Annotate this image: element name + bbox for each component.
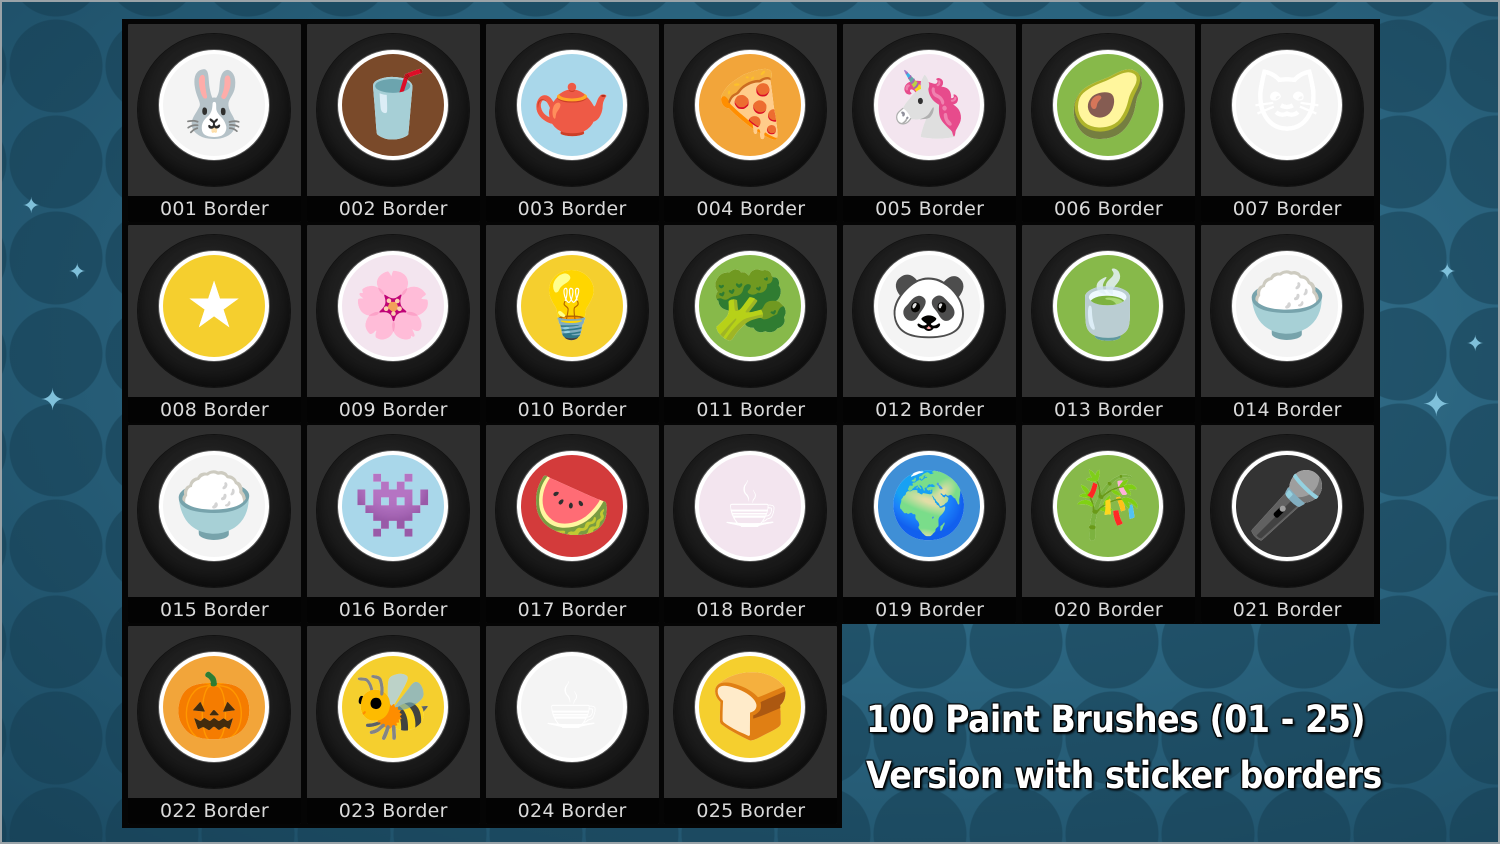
brush-tile[interactable]: 🐝 023 Border: [306, 625, 480, 824]
brush-label: 025 Border: [664, 797, 838, 824]
sparkle-icon: ✦: [68, 260, 87, 285]
cat-in-box-icon: 🐱: [1235, 54, 1338, 156]
earth-icon: 🌍: [878, 455, 981, 558]
sparkle-icon: ✦: [40, 383, 66, 418]
brush-label: 008 Border: [128, 396, 301, 423]
brush-tile[interactable]: 🐱 007 Border: [1200, 24, 1374, 222]
brush-label: 004 Border: [664, 196, 838, 222]
brush-tile[interactable]: 🍵 013 Border: [1022, 224, 1195, 423]
brush-label: 014 Border: [1200, 396, 1374, 423]
teapot-icon: 🫖: [520, 54, 623, 156]
brush-label: 002 Border: [306, 196, 480, 222]
brush-label: 017 Border: [485, 597, 659, 624]
caption-subtitle: Version with sticker borders: [866, 754, 1382, 797]
brush-label: 016 Border: [306, 597, 480, 624]
frappe-cup-icon: 🥤: [341, 54, 444, 156]
monster-icon: 👾: [341, 455, 444, 558]
brush-tile[interactable]: 🐰 001 Border: [128, 24, 301, 222]
brush-tile[interactable]: ☕ 024 Border: [485, 625, 659, 824]
microphone-icon: 🎤: [1235, 455, 1338, 558]
brush-label: 005 Border: [843, 196, 1017, 222]
bamboo-icon: 🎋: [1057, 455, 1159, 558]
brush-tile[interactable]: 💡 010 Border: [485, 224, 659, 423]
brush-tile[interactable]: 🍕 004 Border: [664, 24, 838, 222]
brush-tile[interactable]: 🎃 022 Border: [128, 625, 301, 824]
panda-icon: 🐼: [878, 254, 981, 357]
coffee-mug-icon: ☕: [520, 655, 623, 758]
brush-tile[interactable]: 🍞 025 Border: [664, 625, 838, 824]
brush-label: 018 Border: [664, 597, 838, 624]
brush-label: 021 Border: [1200, 597, 1374, 624]
rice-bowl-icon: 🍚: [163, 455, 265, 558]
pizza-slice-icon: 🍕: [699, 54, 802, 156]
caption-title: 100 Paint Brushes (01 - 25): [866, 698, 1366, 741]
brush-label: 003 Border: [485, 196, 659, 222]
sparkle-icon: ✦: [1422, 385, 1451, 425]
toaster-icon: 🍞: [699, 655, 802, 758]
brush-tile[interactable]: 🐼 012 Border: [843, 224, 1017, 423]
brush-tile[interactable]: 🫖 003 Border: [485, 24, 659, 222]
pumpkin-icon: 🎃: [163, 655, 265, 758]
brush-tile[interactable]: ★ 008 Border: [128, 224, 301, 423]
matcha-bowl-icon: 🍵: [1057, 254, 1159, 357]
brush-label: 011 Border: [664, 396, 838, 423]
brush-label: 009 Border: [306, 396, 480, 423]
brush-tile[interactable]: 🍚 015 Border: [128, 425, 301, 624]
brush-label: 023 Border: [306, 797, 480, 824]
sparkle-icon: ✦: [22, 194, 41, 219]
rice-cooker-icon: 🍚: [1235, 254, 1338, 357]
light-bulb-icon: 💡: [520, 254, 623, 357]
brush-label: 013 Border: [1022, 396, 1195, 423]
bee-icon: 🐝: [341, 655, 444, 758]
star-icon: ★: [163, 254, 265, 357]
broccoli-icon: 🥦: [699, 254, 802, 357]
brush-label: 006 Border: [1022, 196, 1195, 222]
caption: 100 Paint Brushes (01 - 25) Version with…: [866, 692, 1382, 804]
sparkle-icon: ✦: [1438, 260, 1457, 285]
brush-tile[interactable]: 🎤 021 Border: [1200, 425, 1374, 624]
brush-label: 010 Border: [485, 396, 659, 423]
sparkle-icon: ✦: [1466, 332, 1485, 357]
brush-tile[interactable]: 🍚 014 Border: [1200, 224, 1374, 423]
brush-tile[interactable]: 🌸 009 Border: [306, 224, 480, 423]
brush-tile[interactable]: 🎋 020 Border: [1022, 425, 1195, 624]
brush-tile[interactable]: 🥤 002 Border: [306, 24, 480, 222]
brush-label: 020 Border: [1022, 597, 1195, 624]
brush-tile[interactable]: 🥑 006 Border: [1022, 24, 1195, 222]
brush-label: 022 Border: [128, 797, 301, 824]
brush-tile[interactable]: 🥦 011 Border: [664, 224, 838, 423]
brush-tile[interactable]: 🌍 019 Border: [843, 425, 1017, 624]
bunny-icon: 🐰: [163, 54, 265, 156]
brush-label: 019 Border: [843, 597, 1017, 624]
brush-label: 015 Border: [128, 597, 301, 624]
potted-flower-icon: 🌸: [341, 254, 444, 357]
brush-label: 001 Border: [128, 196, 301, 222]
brush-label: 012 Border: [843, 396, 1017, 423]
brush-tile[interactable]: 🍉 017 Border: [485, 425, 659, 624]
unicorn-icon: 🦄: [878, 54, 981, 156]
brush-tile[interactable]: 🦄 005 Border: [843, 24, 1017, 222]
avocado-icon: 🥑: [1057, 54, 1159, 156]
brush-label: 024 Border: [485, 797, 659, 824]
brush-label: 007 Border: [1200, 196, 1374, 222]
watermelon-icon: 🍉: [520, 455, 623, 558]
brush-tile[interactable]: 👾 016 Border: [306, 425, 480, 624]
brush-tile[interactable]: ☕ 018 Border: [664, 425, 838, 624]
cat-in-cup-icon: ☕: [699, 455, 802, 558]
